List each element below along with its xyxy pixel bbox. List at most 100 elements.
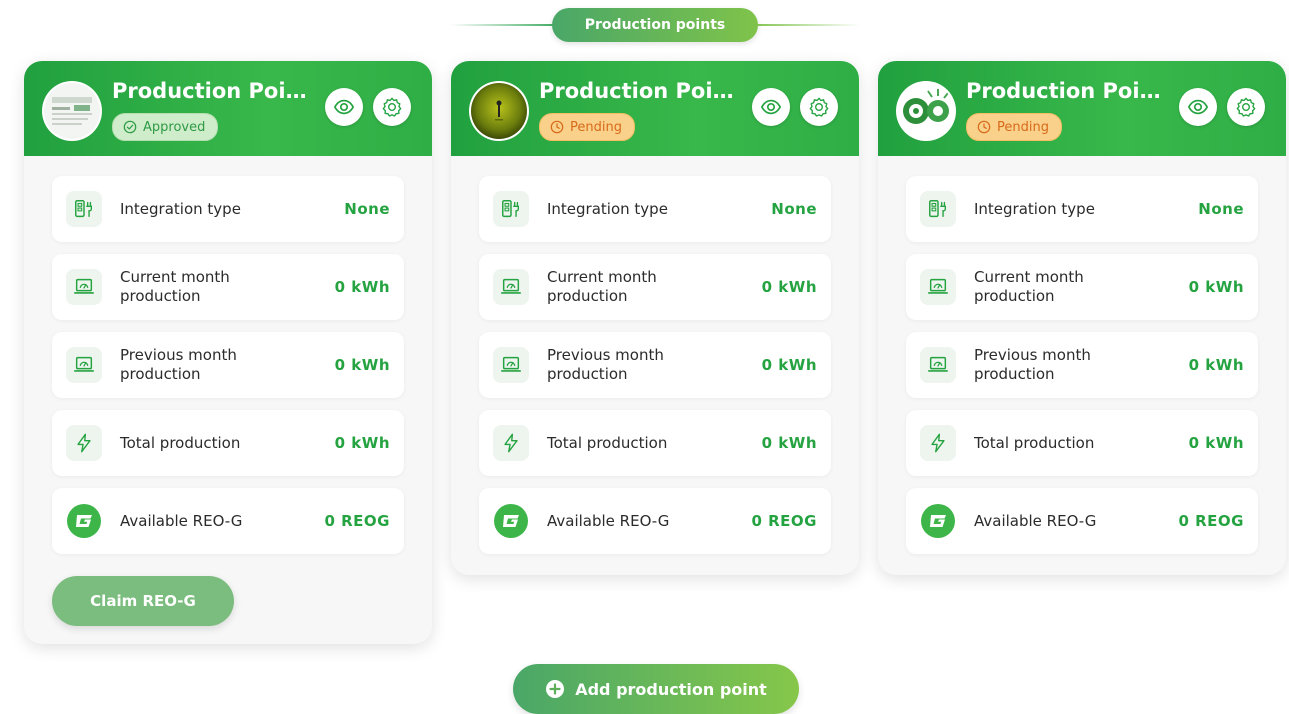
view-button[interactable] [752,88,790,126]
row-value: 0 kWh [334,434,390,452]
settings-button[interactable] [800,88,838,126]
card-metrics: Integration type None Current month prod… [479,176,831,566]
row-value: 0 REOG [324,512,390,530]
laptop-gauge-icon [920,269,956,305]
add-production-point-button[interactable]: Add production point [513,664,799,714]
row-label: Available REO-G [547,511,670,530]
eye-icon [1187,96,1209,118]
section-title: Production points [552,8,758,42]
lightning-icon [66,425,102,461]
production-point-card: Production Point... Approved Integration… [24,61,432,644]
eye-icon [760,96,782,118]
current-month-production-row: Current month production 0 kWh [52,254,404,320]
row-value: 0 REOG [1178,512,1244,530]
laptop-gauge-icon [66,347,102,383]
production-point-card: Production Point... Pending Integration … [451,61,859,575]
production-point-avatar [42,81,102,141]
integration-type-row: Integration type None [479,176,831,242]
row-label: Current month production [974,268,1084,305]
row-value: 0 kWh [761,278,817,296]
row-value: None [1198,200,1244,218]
row-label: Available REO-G [120,511,243,530]
header-divider-left [450,24,560,26]
row-label: Current month production [120,268,230,305]
reo-g-coin-icon [66,503,102,539]
laptop-gauge-icon [66,269,102,305]
available-reo-g-row: Available REO-G 0 REOG [479,488,831,554]
current-month-production-row: Current month production 0 kWh [906,254,1258,320]
card-title: Production Point... [966,79,1166,103]
row-label: Previous month production [120,346,237,383]
claim-reo-g-button[interactable]: Claim REO-G [52,576,234,626]
total-production-row: Total production 0 kWh [52,410,404,476]
view-button[interactable] [1179,88,1217,126]
reo-g-coin-icon [920,503,956,539]
card-metrics: Integration type None Current month prod… [906,176,1258,566]
card-header: Production Point... Approved [24,61,432,156]
lightning-icon [493,425,529,461]
card-header: Production Point... Pending [451,61,859,156]
add-production-point-label: Add production point [575,679,767,699]
card-title: Production Point... [539,79,739,103]
row-value: 0 REOG [751,512,817,530]
eye-icon [333,96,355,118]
row-label: Integration type [120,199,241,218]
view-button[interactable] [325,88,363,126]
section-header: Production points [0,8,1289,42]
status-label: Pending [997,119,1049,135]
previous-month-production-row: Previous month production 0 kWh [52,332,404,398]
available-reo-g-row: Available REO-G 0 REOG [906,488,1258,554]
laptop-gauge-icon [493,347,529,383]
row-value: 0 kWh [334,278,390,296]
row-value: 0 kWh [1188,434,1244,452]
row-value: None [344,200,390,218]
settings-button[interactable] [373,88,411,126]
row-value: 0 kWh [1188,278,1244,296]
row-label: Total production [547,433,668,452]
gear-icon [381,96,403,118]
row-value: 0 kWh [334,356,390,374]
lightning-icon [920,425,956,461]
integration-type-row: Integration type None [52,176,404,242]
row-value: 0 kWh [1188,356,1244,374]
status-badge: Approved [112,113,219,141]
clock-icon [977,120,991,134]
clock-icon [550,120,564,134]
row-label: Total production [120,433,241,452]
header-divider-right [750,24,860,26]
previous-month-production-row: Previous month production 0 kWh [479,332,831,398]
gear-icon [808,96,830,118]
card-header: Production Point... Pending [878,61,1286,156]
total-production-row: Total production 0 kWh [906,410,1258,476]
row-label: Previous month production [547,346,664,383]
plus-circle-icon [545,679,565,699]
production-point-avatar [469,81,529,141]
total-production-row: Total production 0 kWh [479,410,831,476]
laptop-gauge-icon [493,269,529,305]
status-badge: Pending [966,113,1062,141]
row-label: Integration type [974,199,1095,218]
device-plug-icon [493,191,529,227]
status-label: Approved [143,119,206,135]
row-value: 0 kWh [761,434,817,452]
device-plug-icon [920,191,956,227]
status-label: Pending [570,119,622,135]
reo-g-coin-icon [493,503,529,539]
row-label: Integration type [547,199,668,218]
device-plug-icon [66,191,102,227]
check-circle-icon [123,120,137,134]
laptop-gauge-icon [920,347,956,383]
row-label: Current month production [547,268,657,305]
row-label: Available REO-G [974,511,1097,530]
row-value: 0 kWh [761,356,817,374]
row-value: None [771,200,817,218]
status-badge: Pending [539,113,635,141]
row-label: Previous month production [974,346,1091,383]
production-point-card: Production Point... Pending Integration … [878,61,1286,575]
gear-icon [1235,96,1257,118]
integration-type-row: Integration type None [906,176,1258,242]
settings-button[interactable] [1227,88,1265,126]
card-title: Production Point... [112,79,312,103]
card-metrics: Integration type None Current month prod… [52,176,404,566]
current-month-production-row: Current month production 0 kWh [479,254,831,320]
